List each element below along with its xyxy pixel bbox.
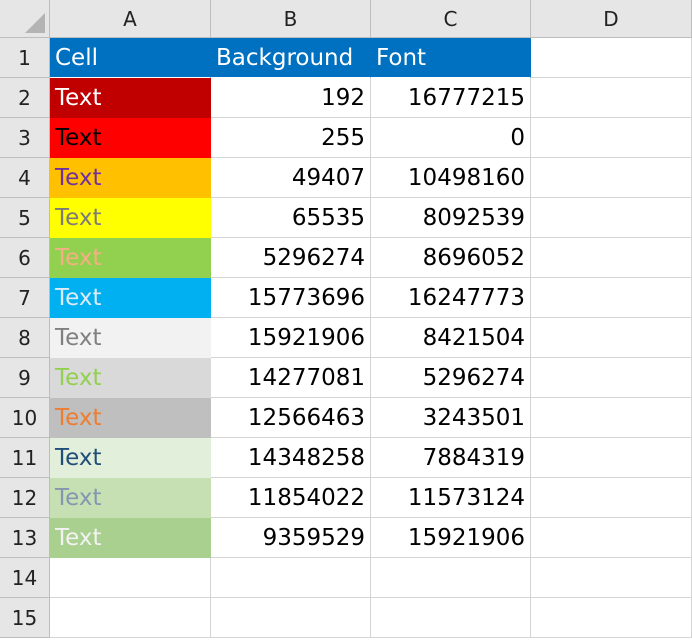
row-header-15[interactable]: 15 <box>0 598 50 638</box>
row-header-5[interactable]: 5 <box>0 198 50 238</box>
cell-c10[interactable]: 3243501 <box>371 398 531 438</box>
cell-b5[interactable]: 65535 <box>211 198 371 238</box>
cell-a13[interactable]: Text <box>50 518 211 558</box>
cell-d8[interactable] <box>531 318 692 358</box>
cell-d11[interactable] <box>531 438 692 478</box>
cell-d5[interactable] <box>531 198 692 238</box>
cell-a6[interactable]: Text <box>50 238 211 278</box>
cell-d15[interactable] <box>531 598 692 638</box>
cell-c9[interactable]: 5296274 <box>371 358 531 398</box>
cell-b13[interactable]: 9359529 <box>211 518 371 558</box>
cell-a4[interactable]: Text <box>50 158 211 198</box>
cell-b7[interactable]: 15773696 <box>211 278 371 318</box>
row-header-4[interactable]: 4 <box>0 158 50 198</box>
cell-a5[interactable]: Text <box>50 198 211 238</box>
cell-b12[interactable]: 11854022 <box>211 478 371 518</box>
row-header-1[interactable]: 1 <box>0 38 50 78</box>
cell-d9[interactable] <box>531 358 692 398</box>
cell-c11[interactable]: 7884319 <box>371 438 531 478</box>
cell-b15[interactable] <box>211 598 371 638</box>
cell-d6[interactable] <box>531 238 692 278</box>
cell-c8[interactable]: 8421504 <box>371 318 531 358</box>
row-header-14[interactable]: 14 <box>0 558 50 598</box>
cell-d12[interactable] <box>531 478 692 518</box>
row-header-9[interactable]: 9 <box>0 358 50 398</box>
select-all-icon <box>25 13 45 33</box>
cell-c15[interactable] <box>371 598 531 638</box>
cell-b8[interactable]: 15921906 <box>211 318 371 358</box>
cell-b11[interactable]: 14348258 <box>211 438 371 478</box>
cell-c12[interactable]: 11573124 <box>371 478 531 518</box>
cell-d2[interactable] <box>531 78 692 118</box>
row-header-7[interactable]: 7 <box>0 278 50 318</box>
cell-b4[interactable]: 49407 <box>211 158 371 198</box>
cell-a2[interactable]: Text <box>50 78 211 118</box>
cell-b3[interactable]: 255 <box>211 118 371 158</box>
row-header-2[interactable]: 2 <box>0 78 50 118</box>
cell-d1[interactable] <box>531 38 692 78</box>
cell-a11[interactable]: Text <box>50 438 211 478</box>
cell-b6[interactable]: 5296274 <box>211 238 371 278</box>
cell-d7[interactable] <box>531 278 692 318</box>
column-header-d[interactable]: D <box>531 0 692 38</box>
cell-b2[interactable]: 192 <box>211 78 371 118</box>
cell-a12[interactable]: Text <box>50 478 211 518</box>
row-header-12[interactable]: 12 <box>0 478 50 518</box>
cell-b1[interactable]: Background <box>211 38 371 78</box>
select-all-button[interactable] <box>0 0 50 38</box>
column-header-b[interactable]: B <box>211 0 371 38</box>
cell-c14[interactable] <box>371 558 531 598</box>
cell-d14[interactable] <box>531 558 692 598</box>
row-header-10[interactable]: 10 <box>0 398 50 438</box>
column-header-a[interactable]: A <box>50 0 211 38</box>
cell-d10[interactable] <box>531 398 692 438</box>
cell-a7[interactable]: Text <box>50 278 211 318</box>
row-header-3[interactable]: 3 <box>0 118 50 158</box>
cell-a3[interactable]: Text <box>50 118 211 158</box>
row-header-13[interactable]: 13 <box>0 518 50 558</box>
cell-c2[interactable]: 16777215 <box>371 78 531 118</box>
cell-c4[interactable]: 10498160 <box>371 158 531 198</box>
cell-d13[interactable] <box>531 518 692 558</box>
spreadsheet-grid: A B C D 1 Cell Background Font 2 Text 19… <box>0 0 692 638</box>
cell-c6[interactable]: 8696052 <box>371 238 531 278</box>
cell-c5[interactable]: 8092539 <box>371 198 531 238</box>
row-header-8[interactable]: 8 <box>0 318 50 358</box>
column-header-c[interactable]: C <box>371 0 531 38</box>
cell-b14[interactable] <box>211 558 371 598</box>
row-header-11[interactable]: 11 <box>0 438 50 478</box>
cell-c7[interactable]: 16247773 <box>371 278 531 318</box>
cell-c13[interactable]: 15921906 <box>371 518 531 558</box>
row-header-6[interactable]: 6 <box>0 238 50 278</box>
cell-a1[interactable]: Cell <box>50 38 211 78</box>
cell-a9[interactable]: Text <box>50 358 211 398</box>
cell-a10[interactable]: Text <box>50 398 211 438</box>
cell-c3[interactable]: 0 <box>371 118 531 158</box>
cell-b10[interactable]: 12566463 <box>211 398 371 438</box>
cell-a8[interactable]: Text <box>50 318 211 358</box>
cell-a15[interactable] <box>50 598 211 638</box>
cell-a14[interactable] <box>50 558 211 598</box>
cell-d3[interactable] <box>531 118 692 158</box>
cell-d4[interactable] <box>531 158 692 198</box>
cell-b9[interactable]: 14277081 <box>211 358 371 398</box>
cell-c1[interactable]: Font <box>371 38 531 78</box>
